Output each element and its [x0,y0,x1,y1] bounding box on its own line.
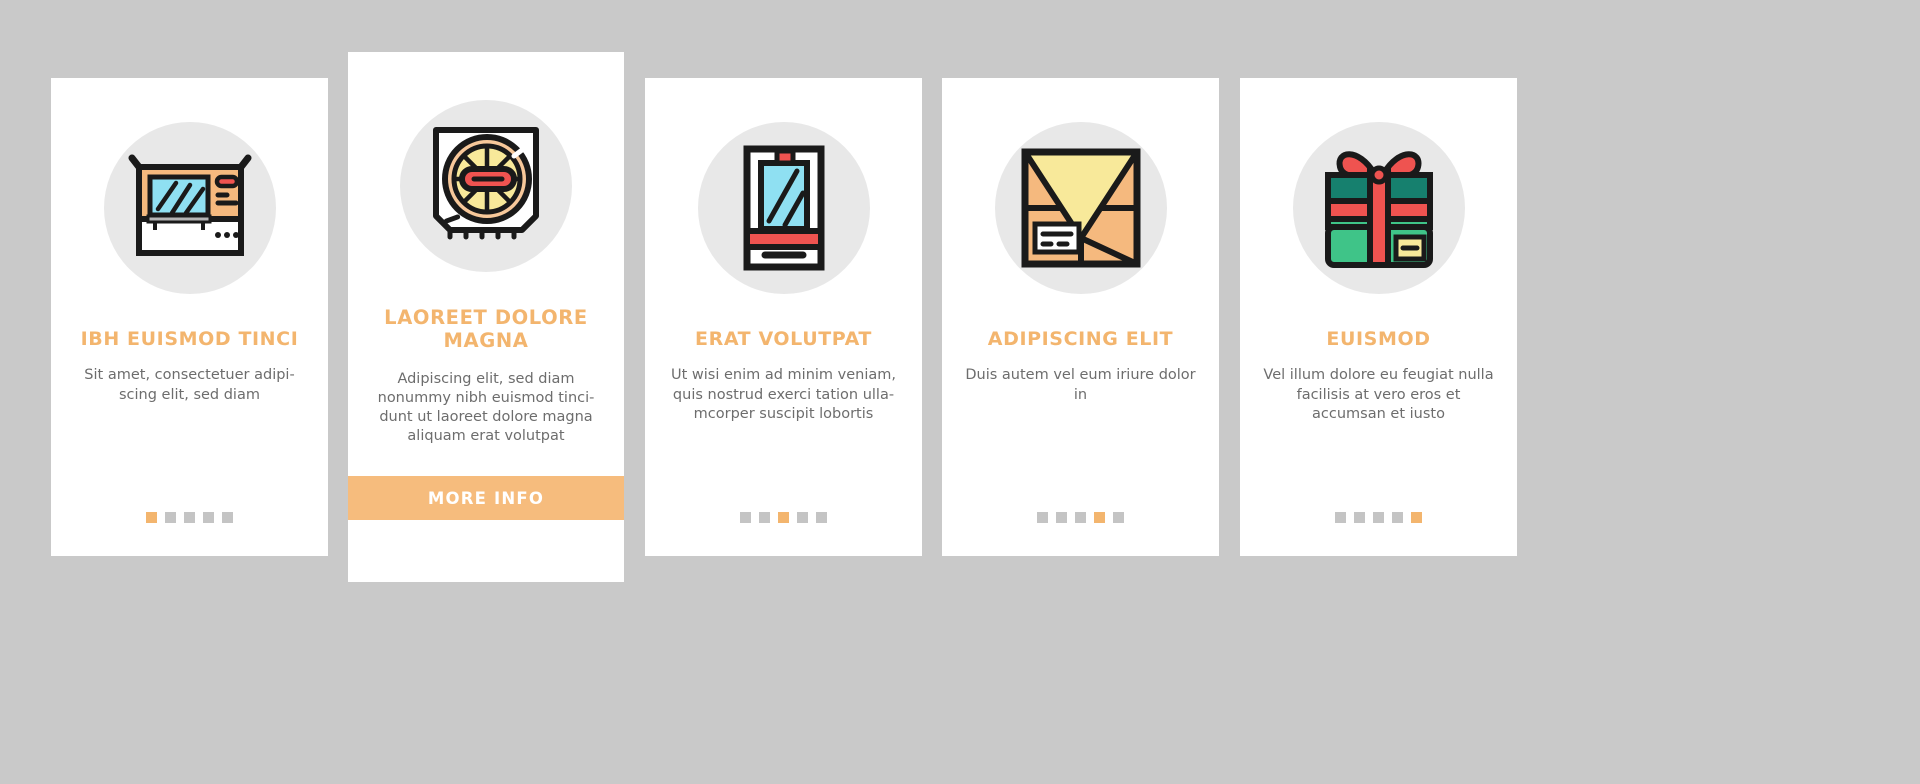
icon-container-1 [103,122,276,294]
pagination-dots[interactable] [942,512,1219,523]
card-description: Adipiscing elit, sed diam nonummy nibh e… [377,371,595,445]
pagination-dot-5[interactable] [1411,512,1422,523]
card-title: LAOREET DOLORE MAGNA [384,306,588,352]
onboarding-card-3[interactable]: ERAT VOLUTPAT Ut wisi enim ad minim veni… [645,78,922,556]
card-description: Vel illum dolore eu feugiat nulla facili… [1263,367,1494,422]
pagination-dot-3[interactable] [184,512,195,523]
onboarding-card-1[interactable]: IBH EUISMOD TINCI Sit amet, consectetuer… [51,78,328,556]
icon-container-4 [994,122,1167,294]
card-title: ERAT VOLUTPAT [695,328,872,350]
gift-box-icon [1324,151,1433,268]
pagination-dot-4[interactable] [1392,512,1403,523]
pagination-dot-2[interactable] [759,512,770,523]
card-title: ADIPISCING ELIT [987,328,1174,350]
card-title: IBH EUISMOD TINCI [80,328,299,350]
pagination-dot-4[interactable] [1094,512,1105,523]
pagination-dot-5[interactable] [1113,512,1124,523]
pagination-dots[interactable] [1240,512,1517,523]
pagination-dot-2[interactable] [1056,512,1067,523]
card-title: EUISMOD [1326,328,1431,350]
pagination-dot-1[interactable] [1335,512,1346,523]
icon-container-5 [1292,122,1465,294]
pagination-dot-3[interactable] [1075,512,1086,523]
pagination-dot-3[interactable] [778,512,789,523]
onboarding-card-4[interactable]: ADIPISCING ELIT Duis autem vel eum iriur… [942,78,1219,556]
more-info-button[interactable]: MORE INFO [348,476,624,520]
pagination-dot-4[interactable] [203,512,214,523]
onboarding-card-5[interactable]: EUISMOD Vel illum dolore eu feugiat null… [1240,78,1517,556]
card-description: Ut wisi enim ad minim veniam, quis nostr… [670,367,896,422]
package-box-icon [1021,148,1140,268]
onboarding-card-2[interactable]: LAOREET DOLORE MAGNA Adipiscing elit, se… [348,52,624,582]
ventilation-fan-icon [433,127,539,240]
pagination-dots[interactable] [51,512,328,523]
icon-container-2 [400,100,572,272]
pagination-dot-1[interactable] [146,512,157,523]
card-description: Duis autem vel eum iriure dolor in [965,367,1196,403]
pagination-dots[interactable] [645,512,922,523]
pagination-dot-1[interactable] [1037,512,1048,523]
onboarding-screens-container: IBH EUISMOD TINCI Sit amet, consectetuer… [0,0,1920,784]
pagination-dot-3[interactable] [1373,512,1384,523]
pagination-dot-1[interactable] [740,512,751,523]
card-description: Sit amet, consectetuer adipi-scing elit,… [84,367,295,403]
pagination-dot-5[interactable] [816,512,827,523]
smartphone-icon [743,145,824,271]
pagination-dot-2[interactable] [1354,512,1365,523]
pagination-dot-2[interactable] [165,512,176,523]
microwave-oven-icon [128,154,251,256]
icon-container-3 [697,122,870,294]
pagination-dot-4[interactable] [797,512,808,523]
pagination-dot-5[interactable] [222,512,233,523]
